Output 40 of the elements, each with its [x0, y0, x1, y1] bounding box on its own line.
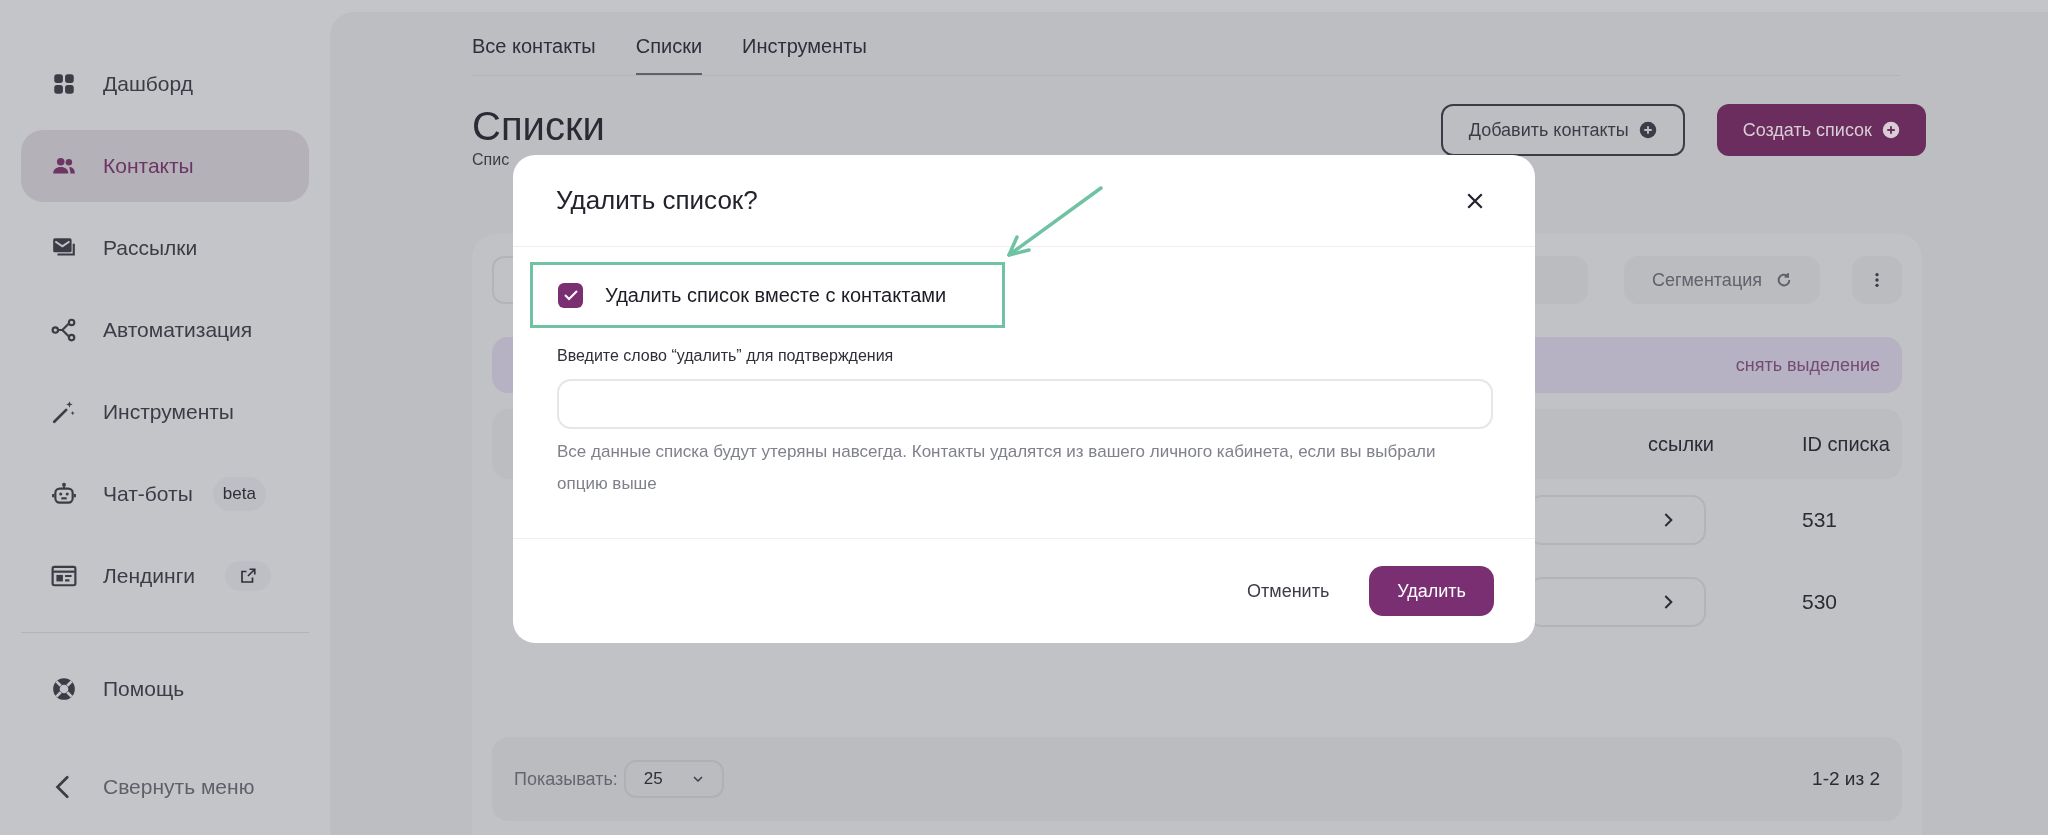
per-page-label: Показывать: — [514, 767, 618, 791]
create-list-button[interactable]: Создать список — [1716, 104, 1926, 156]
sidebar-label: Лендинги — [103, 563, 196, 590]
sidebar-item[interactable]: Инструменты — [21, 376, 309, 448]
tab[interactable]: Все контакты — [472, 31, 596, 75]
per-page-select[interactable]: 25 — [623, 760, 724, 798]
column-header: ссылки — [1648, 432, 1715, 457]
page-title: Списки — [472, 104, 605, 148]
sidebar-label: Автоматизация — [103, 317, 253, 344]
warning-text: Все данные списка будут утеряны навсегда. Контакты удалятся из вашего личного кабинета, если вы выбрали опцию выше — [557, 441, 1437, 495]
delete-button[interactable]: Удалить — [1369, 566, 1494, 616]
sidebar-item[interactable]: Чат-боты beta — [21, 458, 309, 530]
field-label: Введите слово “удалить” для подтверждения — [557, 346, 895, 366]
sidebar-item[interactable]: Рассылки — [21, 212, 309, 284]
segmentation-button[interactable]: Сегментация — [1623, 256, 1820, 304]
table-cell-text: 531 — [1802, 507, 1839, 534]
sidebar-item[interactable]: Лендинги — [21, 540, 309, 612]
sidebar-label: Рассылки — [103, 235, 198, 262]
cancel-button[interactable]: Отменить — [1247, 577, 1330, 605]
sidebar-item[interactable]: Помощь — [21, 653, 309, 725]
sidebar-item[interactable]: Автоматизация — [21, 294, 309, 366]
beta-badge: beta — [212, 477, 266, 511]
sidebar-item[interactable]: Свернуть меню — [21, 751, 309, 823]
sidebar-label: Дашборд — [103, 71, 193, 98]
sidebar-item[interactable]: Контакты — [21, 130, 309, 202]
tab[interactable]: Инструменты — [742, 31, 867, 75]
table-cell-text: 530 — [1802, 589, 1839, 616]
sidebar-item[interactable]: Дашборд — [21, 48, 309, 120]
sidebar-label: Помощь — [103, 676, 185, 703]
page-range: 1-2 из 2 — [1812, 766, 1880, 791]
page-subtitle: Спис — [472, 150, 511, 170]
checkbox-label: Удалить список вместе с контактами — [605, 283, 947, 308]
clear-selection-link[interactable]: снять выделение — [1735, 351, 1880, 379]
tab[interactable]: Списки — [635, 31, 703, 75]
sidebar-label: Контакты — [103, 153, 194, 180]
sidebar-label: Инструменты — [103, 399, 234, 426]
column-header: ID списка — [1802, 432, 1891, 457]
sidebar-label: Чат-боты — [103, 481, 193, 508]
dialog-title: Удалить список? — [556, 184, 758, 217]
sidebar-label: Свернуть меню — [103, 774, 255, 801]
